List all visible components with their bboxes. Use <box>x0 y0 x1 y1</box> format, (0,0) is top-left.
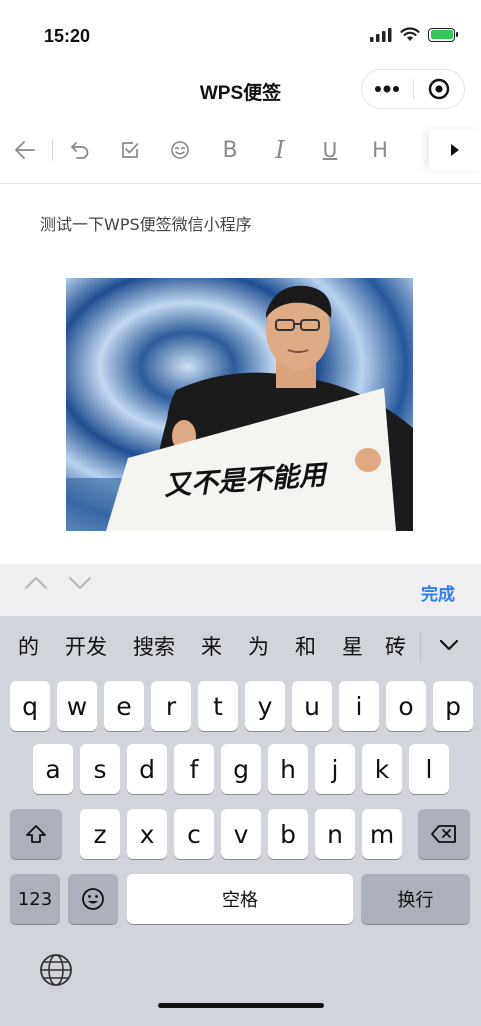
next-field-icon[interactable] <box>68 576 92 590</box>
emoji-key[interactable] <box>68 874 118 924</box>
candidate-word[interactable]: 星 <box>342 631 363 661</box>
candidate-word[interactable]: 搜索 <box>133 631 175 661</box>
heading-icon: H <box>372 138 388 162</box>
key-j[interactable]: j <box>315 744 355 794</box>
key-e[interactable]: e <box>104 681 144 731</box>
key-v[interactable]: v <box>221 809 261 859</box>
nav-bar: WPS便签 <box>0 62 481 118</box>
key-g[interactable]: g <box>221 744 261 794</box>
status-time: 15:20 <box>44 26 91 46</box>
candidate-word[interactable]: 砖 <box>385 631 406 661</box>
globe-button[interactable] <box>38 952 74 988</box>
space-key[interactable]: 空格 <box>127 874 353 924</box>
shift-key[interactable] <box>10 809 62 859</box>
heading-button[interactable]: H <box>355 124 405 176</box>
key-f[interactable]: f <box>174 744 214 794</box>
key-k[interactable]: k <box>362 744 402 794</box>
key-r[interactable]: r <box>151 681 191 731</box>
key-h[interactable]: h <box>268 744 308 794</box>
checklist-button[interactable] <box>105 124 155 176</box>
back-arrow-icon <box>15 141 35 159</box>
emoji-icon <box>171 141 189 159</box>
key-w[interactable]: w <box>57 681 97 731</box>
key-a[interactable]: a <box>33 744 73 794</box>
candidate-word[interactable]: 来 <box>201 631 222 661</box>
underline-icon: U <box>322 138 338 162</box>
cellular-signal-icon <box>370 27 392 42</box>
key-z[interactable]: z <box>80 809 120 859</box>
back-button[interactable] <box>0 124 50 176</box>
key-o[interactable]: o <box>386 681 426 731</box>
return-key[interactable]: 换行 <box>361 874 470 924</box>
editor-toolbar: B I U H <box>0 124 481 176</box>
previous-field-icon[interactable] <box>24 576 48 590</box>
status-bar: 15:20 <box>0 0 481 62</box>
keyboard: 的 开发 搜索 来 为 和 星 砖 qwertyuiop asdfghjkl zxc… <box>0 616 481 1026</box>
key-p[interactable]: p <box>433 681 473 731</box>
delete-icon <box>431 825 456 843</box>
status-icons <box>370 27 458 42</box>
candidate-word[interactable]: 为 <box>248 631 269 661</box>
bold-icon: B <box>222 137 238 163</box>
home-indicator <box>158 1003 324 1008</box>
underline-button[interactable]: U <box>305 124 355 176</box>
globe-icon <box>40 954 72 986</box>
toolbar-more-button[interactable] <box>429 130 481 170</box>
shift-icon <box>26 825 46 843</box>
candidate-word[interactable]: 的 <box>18 631 39 661</box>
candidate-word[interactable]: 和 <box>295 631 316 661</box>
key-u[interactable]: u <box>292 681 332 731</box>
emoji-button[interactable] <box>155 124 205 176</box>
key-m[interactable]: m <box>362 809 402 859</box>
key-y[interactable]: y <box>245 681 285 731</box>
italic-icon: I <box>275 136 285 164</box>
expand-candidates-button[interactable] <box>432 630 466 660</box>
delete-key[interactable] <box>418 809 470 859</box>
more-menu-button[interactable] <box>362 70 413 108</box>
more-icon <box>451 144 459 156</box>
numbers-key[interactable]: 123 <box>10 874 60 924</box>
toolbar-divider <box>0 183 481 184</box>
italic-button[interactable]: I <box>255 124 305 176</box>
note-text[interactable]: 测试一下WPS便签微信小程序 <box>40 211 252 235</box>
meme-illustration: 又不是不能用 <box>66 278 413 531</box>
wifi-icon <box>400 27 420 41</box>
battery-icon <box>428 27 458 42</box>
done-button[interactable]: 完成 <box>421 580 455 605</box>
key-t[interactable]: t <box>198 681 238 731</box>
key-b[interactable]: b <box>268 809 308 859</box>
key-d[interactable]: d <box>127 744 167 794</box>
key-n[interactable]: n <box>315 809 355 859</box>
key-s[interactable]: s <box>80 744 120 794</box>
undo-icon <box>71 142 89 159</box>
key-c[interactable]: c <box>174 809 214 859</box>
meme-image[interactable]: 又不是不能用 <box>66 278 413 531</box>
checkbox-icon <box>122 142 139 158</box>
miniprogram-capsule <box>361 69 465 109</box>
candidate-word[interactable]: 开发 <box>65 631 107 661</box>
key-l[interactable]: l <box>409 744 449 794</box>
key-x[interactable]: x <box>127 809 167 859</box>
more-dots-icon <box>375 85 400 93</box>
key-q[interactable]: q <box>10 681 50 731</box>
undo-button[interactable] <box>55 124 105 176</box>
target-circle-icon <box>428 78 449 100</box>
key-i[interactable]: i <box>339 681 379 731</box>
chevron-down-icon <box>440 639 458 650</box>
close-miniprogram-button[interactable] <box>414 70 465 108</box>
candidate-bar: 的 开发 搜索 来 为 和 星 砖 <box>0 616 481 676</box>
keyboard-accessory-bar: 完成 <box>0 564 481 616</box>
bold-button[interactable]: B <box>205 124 255 176</box>
emoji-icon <box>82 888 104 910</box>
